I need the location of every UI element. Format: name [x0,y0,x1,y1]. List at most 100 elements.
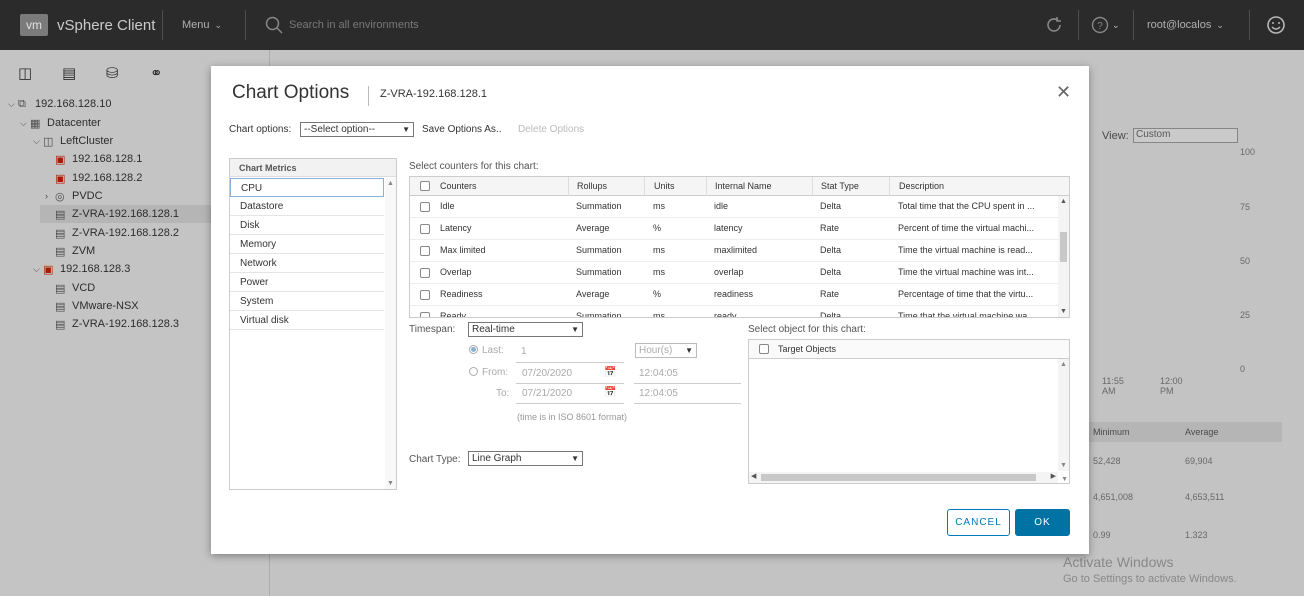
last-unit-select[interactable]: Hour(s) ▼ [635,343,697,358]
chart-metrics-header: Chart Metrics [230,159,396,177]
metric-item-datastore[interactable]: Datastore [230,197,384,216]
counter-internal-name: idle [714,201,729,211]
metric-item-memory[interactable]: Memory [230,235,384,254]
timespan-select[interactable]: Real-time ▼ [468,322,583,337]
counter-name: Readiness [440,289,483,299]
counter-units: % [653,289,662,299]
row-checkbox[interactable] [420,246,430,256]
input-underline [516,383,624,384]
counter-description: Time the virtual machine is read... [898,245,1033,255]
calendar-icon[interactable]: 📅 [604,367,616,378]
chart-type-select[interactable]: Line Graph ▼ [468,451,583,466]
title-divider [368,86,369,106]
counter-name: Max limited [440,245,486,255]
counter-internal-name: readiness [714,289,754,299]
column-units[interactable]: Units [644,177,706,196]
counters-scrollbar[interactable]: ▲ ▼ [1058,196,1069,317]
row-checkbox[interactable] [420,268,430,278]
counter-units: % [653,223,662,233]
column-internal-name[interactable]: Internal Name [706,177,812,196]
counters-table-header: Counters Rollups Units Internal Name Sta… [410,177,1069,196]
counter-rollup: Summation [576,311,622,318]
close-icon[interactable]: ✕ [1056,82,1071,103]
metric-item-virtual-disk[interactable]: Virtual disk [230,311,384,330]
dialog-title: Chart Options [232,82,350,103]
save-options-link[interactable]: Save Options As.. [422,124,502,135]
column-counters[interactable]: Counters [438,177,568,196]
chart-options-value: --Select option-- [304,124,376,135]
row-checkbox[interactable] [420,290,430,300]
scroll-down-icon[interactable]: ▼ [1060,308,1067,315]
counter-rollup: Summation [576,245,622,255]
row-checkbox[interactable] [420,312,430,317]
scroll-down-icon[interactable]: ▼ [387,480,394,487]
chevron-down-icon: ▼ [571,454,579,463]
counter-stat-type: Delta [820,311,842,318]
calendar-icon[interactable]: 📅 [604,387,616,398]
objects-vertical-scrollbar[interactable]: ▲ ▼ [1058,359,1069,471]
to-time-input[interactable]: 12:04:05 [639,388,678,399]
target-objects-list: Target Objects ▲ ▼ ◀ ▶ ▼ [748,339,1070,484]
scroll-up-icon[interactable]: ▲ [387,180,394,187]
from-radio[interactable] [469,367,478,376]
table-row[interactable]: Overlap Summation ms overlap Delta Time the v… [410,262,1059,284]
scroll-left-icon[interactable]: ◀ [751,472,756,480]
timespan-value: Real-time [472,324,515,335]
counter-name: Overlap [440,267,472,277]
ok-button[interactable]: OK [1015,509,1070,536]
row-checkbox[interactable] [420,202,430,212]
select-all-objects-checkbox[interactable] [759,344,769,354]
table-row[interactable]: Ready Summation ms ready Delta Time that the … [410,306,1059,318]
metrics-scrollbar[interactable]: ▲ ▼ [385,178,396,489]
metric-item-disk[interactable]: Disk [230,216,384,235]
counter-internal-name: maxlimited [714,245,758,255]
table-row[interactable]: Max limited Summation ms maxlimited Delta Tim… [410,240,1059,262]
counter-rollup: Summation [576,201,622,211]
row-checkbox[interactable] [420,224,430,234]
column-rollups[interactable]: Rollups [568,177,644,196]
objects-horizontal-scrollbar[interactable]: ◀ ▶ [749,472,1058,483]
chart-type-label: Chart Type: [409,454,461,465]
to-date-input[interactable]: 07/21/2020 [522,388,572,399]
counter-name: Ready [440,311,467,318]
counter-rollup: Average [576,223,610,233]
chart-options-select[interactable]: --Select option-- ▼ [300,122,414,137]
objects-label: Select object for this chart: [748,324,866,335]
counter-rollup: Average [576,289,610,299]
scroll-down-icon[interactable]: ▼ [1060,462,1067,469]
from-time-input[interactable]: 12:04:05 [639,368,678,379]
chevron-down-icon: ▼ [571,325,579,334]
last-radio[interactable] [469,345,478,354]
column-stat-type[interactable]: Stat Type [812,177,889,196]
scrollbar-thumb[interactable] [761,474,1036,481]
input-underline [634,403,741,404]
counters-table: Counters Rollups Units Internal Name Sta… [409,176,1070,318]
scroll-up-icon[interactable]: ▲ [1060,361,1067,368]
scroll-down-icon[interactable]: ▼ [1061,476,1068,483]
table-row[interactable]: Latency Average% latency Rate Percent of tim… [410,218,1059,240]
table-row[interactable]: Idle Summation ms idle Delta Total time that … [410,196,1059,218]
counter-units: ms [653,245,665,255]
input-underline [634,383,741,384]
from-date-input[interactable]: 07/20/2020 [522,368,572,379]
column-description[interactable]: Description [889,177,1069,196]
timespan-label: Timespan: [409,324,456,335]
metric-item-network[interactable]: Network [230,254,384,273]
counter-description: Time the virtual machine was int... [898,267,1034,277]
metric-item-system[interactable]: System [230,292,384,311]
scroll-up-icon[interactable]: ▲ [1060,198,1067,205]
counter-stat-type: Rate [820,289,840,299]
scrollbar-thumb[interactable] [1060,232,1067,262]
counter-rollup: Summation [576,267,622,277]
cancel-button[interactable]: CANCEL [947,509,1010,536]
metric-item-power[interactable]: Power [230,273,384,292]
counter-description: Percent of time the virtual machi... [898,223,1035,233]
scroll-right-icon[interactable]: ▶ [1051,472,1056,480]
select-all-checkbox[interactable] [420,181,430,191]
delete-options-link[interactable]: Delete Options [518,124,584,135]
table-row[interactable]: Readiness Average% readiness Rate Percentage… [410,284,1059,306]
last-value-input[interactable]: 1 [521,346,527,357]
metric-item-cpu[interactable]: CPU [230,178,384,197]
input-underline [516,403,624,404]
counter-stat-type: Delta [820,267,842,277]
